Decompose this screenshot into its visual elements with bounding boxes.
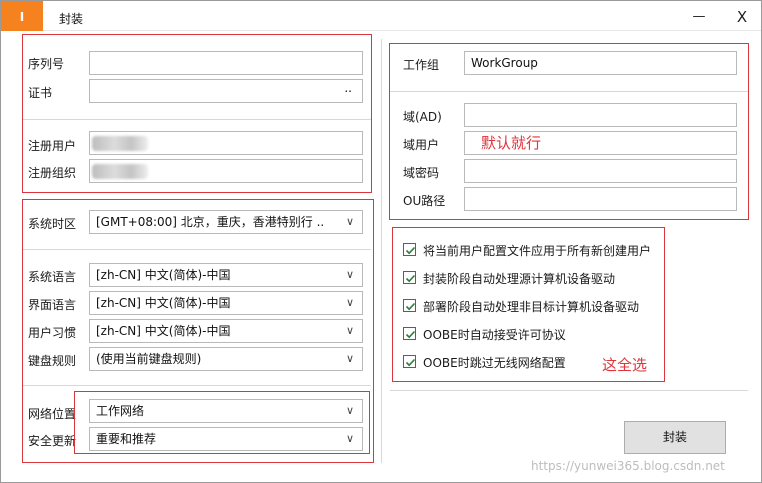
seal-button[interactable]: 封装 bbox=[624, 421, 726, 454]
highlight-network bbox=[74, 391, 370, 454]
options-divider bbox=[390, 390, 748, 391]
close-button[interactable]: X bbox=[729, 4, 755, 30]
title-bar[interactable]: I 封装 — X bbox=[1, 1, 761, 31]
window-title: 封装 bbox=[59, 12, 84, 26]
seal-window: I 封装 — X 序列号 证书 .. 注册用户 注册组织 系统时区 [GMT+0… bbox=[0, 0, 762, 483]
highlight-domain bbox=[389, 43, 749, 220]
highlight-options bbox=[392, 227, 665, 382]
minimize-button[interactable]: — bbox=[686, 4, 712, 30]
app-icon: I bbox=[1, 1, 43, 31]
column-divider bbox=[381, 39, 382, 463]
highlight-identity bbox=[22, 34, 372, 193]
watermark: https://yunwei365.blog.csdn.net bbox=[531, 459, 725, 473]
